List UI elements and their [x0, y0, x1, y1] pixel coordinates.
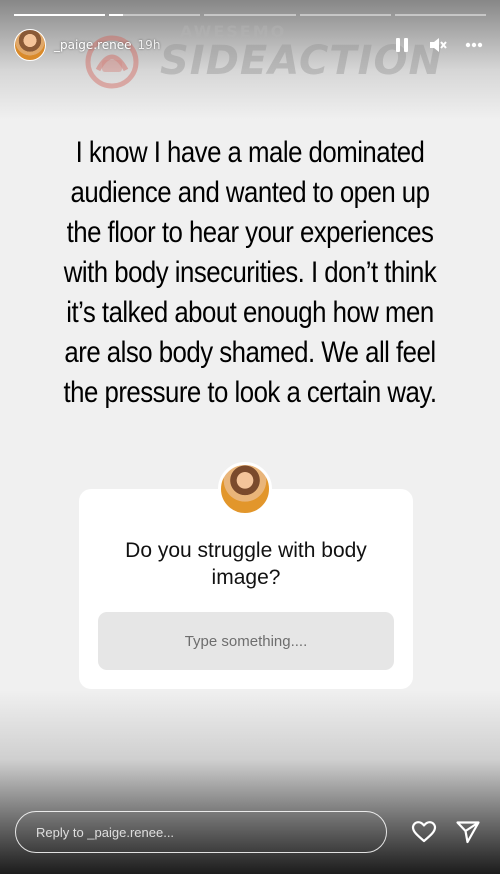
story-progress-bars: [14, 14, 487, 16]
progress-fill: [14, 14, 106, 16]
send-icon[interactable]: [455, 819, 481, 845]
story-viewer[interactable]: AWESEMO SIDEACTION _paige.renee 19h I kn…: [0, 0, 500, 874]
pause-button[interactable]: [392, 35, 412, 55]
progress-segment: [299, 14, 391, 16]
avatar[interactable]: [14, 29, 46, 61]
progress-fill: [109, 14, 123, 16]
reply-bar: Reply to _paige.renee...: [15, 810, 485, 854]
question-sticker[interactable]: Do you struggle with body image? Type so…: [79, 489, 413, 689]
progress-segment: [394, 14, 487, 16]
pause-icon: [396, 38, 408, 52]
question-answer-input[interactable]: Type something....: [98, 612, 394, 670]
more-icon: [465, 42, 483, 48]
reply-input[interactable]: Reply to _paige.renee...: [15, 811, 387, 853]
progress-segment: [204, 14, 296, 16]
username[interactable]: _paige.renee: [54, 38, 132, 52]
progress-segment: [14, 14, 106, 16]
heart-icon[interactable]: [411, 819, 437, 845]
mute-icon: [430, 38, 447, 52]
progress-segment: [109, 14, 201, 16]
header-controls: [392, 35, 484, 55]
reply-actions: [411, 819, 485, 845]
story-header: _paige.renee 19h: [14, 28, 484, 62]
story-caption: I know I have a male dominated audience …: [63, 136, 437, 409]
timestamp: 19h: [137, 38, 161, 52]
question-prompt: Do you struggle with body image?: [125, 539, 367, 589]
mute-button[interactable]: [428, 35, 448, 55]
more-button[interactable]: [464, 35, 484, 55]
question-sticker-avatar: [218, 462, 272, 516]
